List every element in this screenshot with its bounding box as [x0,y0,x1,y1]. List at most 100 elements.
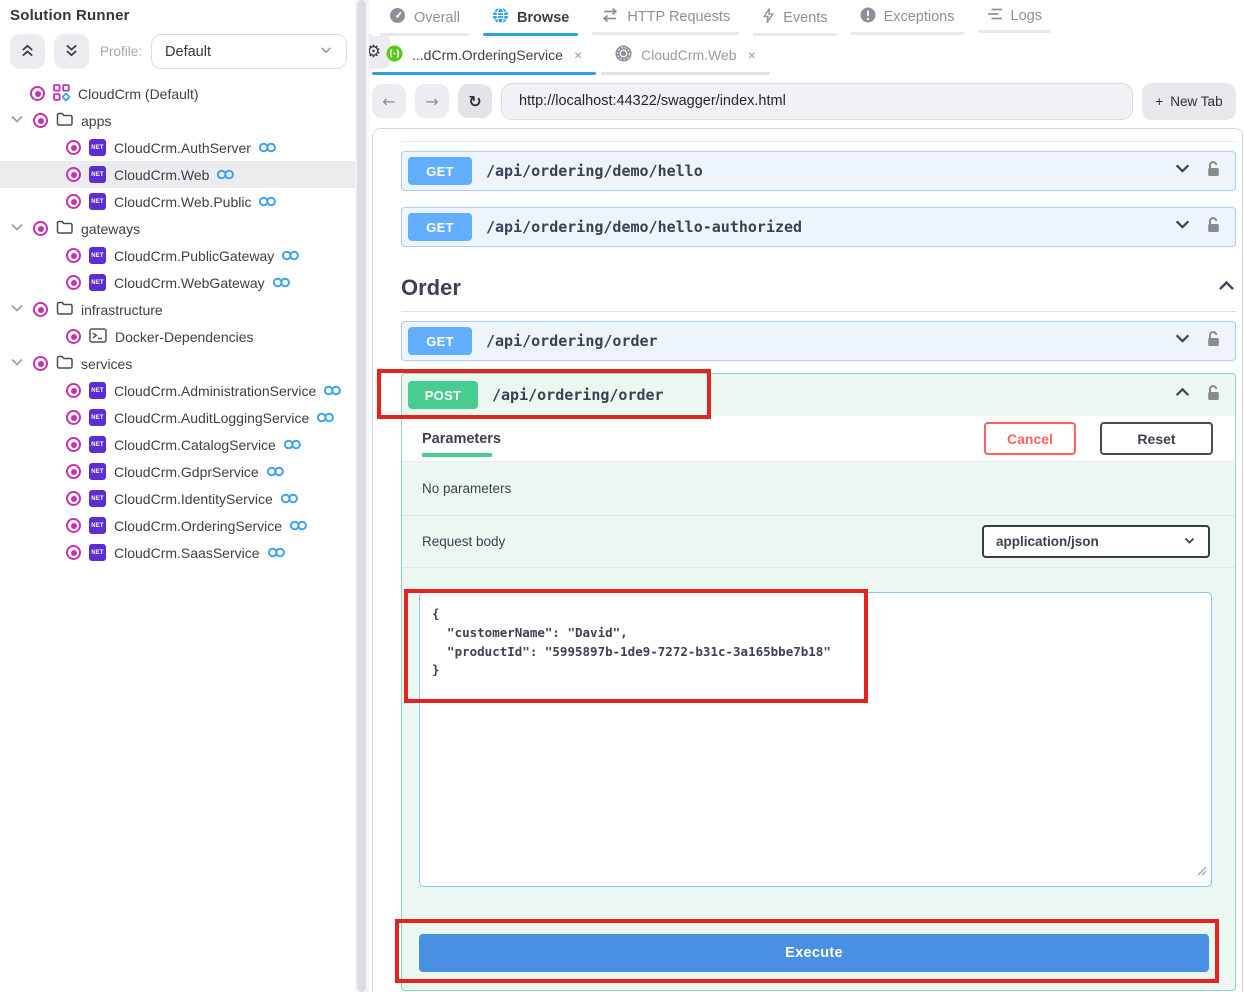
status-dot-icon [66,383,81,398]
unlocked-padlock-icon[interactable] [1206,216,1221,238]
browse-link-icon[interactable] [289,519,308,532]
tree-item-project[interactable]: NET CloudCrm.GdprService [0,458,355,485]
tree-item-project[interactable]: NET CloudCrm.AuditLoggingService [0,404,355,431]
browse-link-icon[interactable] [258,195,277,208]
plus-icon: + [1155,94,1163,109]
tree-item-project-selected[interactable]: NET CloudCrm.Web [0,161,355,188]
cancel-button[interactable]: Cancel [984,422,1076,455]
tree-item-solution-root[interactable]: CloudCrm (Default) [0,80,355,107]
browse-link-icon[interactable] [280,492,299,505]
new-tab-button[interactable]: + New Tab [1142,83,1236,120]
expand-all-button[interactable] [54,34,89,69]
back-button[interactable]: ← [372,84,406,118]
expand-chevron-icon[interactable] [1174,216,1191,238]
tab-exceptions[interactable]: Exceptions [851,0,964,36]
browse-link-icon[interactable] [266,465,285,478]
no-parameters-row: No parameters [402,462,1235,516]
tab-overall[interactable]: Overall [380,0,469,36]
chevron-down-icon [9,354,25,373]
tree-item-project[interactable]: NET CloudCrm.Web.Public [0,188,355,215]
double-chevron-up-icon [20,43,35,61]
tree-item-label: CloudCrm.CatalogService [114,437,276,453]
sidebar-controls: Profile: Default ⚙ [10,33,391,70]
browse-link-icon[interactable] [272,276,291,289]
tree-item-folder-services[interactable]: services [0,350,355,377]
tab-browse[interactable]: Browse [483,0,578,36]
tree-item-folder-apps[interactable]: apps [0,107,355,134]
tree-item-project[interactable]: NET CloudCrm.PublicGateway [0,242,355,269]
endpoint-post-order-summary[interactable]: POST /api/ordering/order [402,374,1235,416]
tree-item-docker[interactable]: Docker-Dependencies [0,323,355,350]
tab-logs[interactable]: Logs [978,0,1051,36]
close-icon[interactable]: × [748,47,756,63]
endpoint-get-order[interactable]: GET /api/ordering/order [401,321,1236,361]
browse-link-icon[interactable] [316,411,335,424]
folder-icon [56,111,73,130]
section-underline [401,311,1236,312]
tree-item-project[interactable]: NET CloudCrm.WebGateway [0,269,355,296]
profile-dropdown[interactable]: Default [151,34,347,69]
section-title-text: Order [401,275,461,301]
panel-splitter[interactable] [355,0,369,992]
browser-tab-ordering-service[interactable]: ...dCrm.OrderingService × [372,40,596,75]
address-bar[interactable]: http://localhost:44322/swagger/index.htm… [501,83,1133,120]
browse-link-icon[interactable] [216,168,235,181]
tree-item-label: CloudCrm.AuthServer [114,140,251,156]
lightning-icon [762,7,775,28]
globe-icon [492,7,509,28]
status-dot-icon [66,194,81,209]
collapse-chevron-icon[interactable] [1174,384,1191,406]
collapse-section-chevron-icon[interactable] [1217,275,1236,301]
tab-http-requests[interactable]: HTTP Requests [592,0,739,36]
dotnet-icon: NET [89,517,106,534]
endpoint-get-demo-hello-authorized[interactable]: GET /api/ordering/demo/hello-authorized [401,207,1236,247]
browse-link-icon[interactable] [323,384,342,397]
unlocked-padlock-icon[interactable] [1206,384,1221,406]
tree-item-folder-gateways[interactable]: gateways [0,215,355,242]
forward-button[interactable]: → [415,84,449,118]
browse-link-icon[interactable] [281,249,300,262]
log-lines-icon [987,7,1003,25]
request-body-editor[interactable]: { "customerName": "David", "productId": … [419,592,1212,887]
tree-item-project[interactable]: NET CloudCrm.CatalogService [0,431,355,458]
expand-chevron-icon[interactable] [1174,160,1191,182]
swagger-section-order[interactable]: Order [401,271,1236,305]
status-dot-icon [33,356,48,371]
reset-button[interactable]: Reset [1100,422,1213,455]
tree-item-label: CloudCrm.IdentityService [114,491,273,507]
tree-item-project[interactable]: NET CloudCrm.IdentityService [0,485,355,512]
status-dot-icon [66,491,81,506]
refresh-button[interactable]: ↻ [458,84,492,118]
solution-runner-sidebar: Solution Runner Profile: Default ⚙ Cloud… [0,0,355,992]
chevron-down-icon [9,300,25,319]
browse-link-icon[interactable] [267,546,286,559]
folder-icon [56,354,73,373]
resize-handle-icon[interactable] [1197,863,1207,881]
collapse-all-button[interactable] [10,34,45,69]
expand-chevron-icon[interactable] [1174,330,1191,352]
dotnet-icon: NET [89,436,106,453]
scrollbar-thumb[interactable] [357,0,366,992]
endpoint-get-demo-hello[interactable]: GET /api/ordering/demo/hello [401,151,1236,191]
chevron-down-icon [1183,534,1196,550]
unlocked-padlock-icon[interactable] [1206,160,1221,182]
parameters-tab[interactable]: Parameters [422,416,501,461]
tree-item-project[interactable]: NET CloudCrm.AdministrationService [0,377,355,404]
tab-events[interactable]: Events [753,0,836,36]
browse-link-icon[interactable] [283,438,302,451]
tree-item-project[interactable]: NET CloudCrm.SaasService [0,539,355,566]
tree-item-folder-infrastructure[interactable]: infrastructure [0,296,355,323]
unlocked-padlock-icon[interactable] [1206,330,1221,352]
endpoint-path: /api/ordering/demo/hello-authorized [486,218,802,236]
tree-item-label: Docker-Dependencies [115,329,254,345]
tree-item-project[interactable]: NET CloudCrm.OrderingService [0,512,355,539]
dotnet-icon: NET [89,463,106,480]
browse-link-icon[interactable] [258,141,277,154]
browser-tab-cloudcrm-web[interactable]: CloudCrm.Web × [601,40,770,75]
tab-label: HTTP Requests [627,9,730,25]
content-type-select[interactable]: application/json [982,525,1210,558]
dotnet-icon: NET [89,166,106,183]
tree-item-project[interactable]: NET CloudCrm.AuthServer [0,134,355,161]
execute-button[interactable]: Execute [419,934,1209,972]
close-icon[interactable]: × [574,47,582,63]
